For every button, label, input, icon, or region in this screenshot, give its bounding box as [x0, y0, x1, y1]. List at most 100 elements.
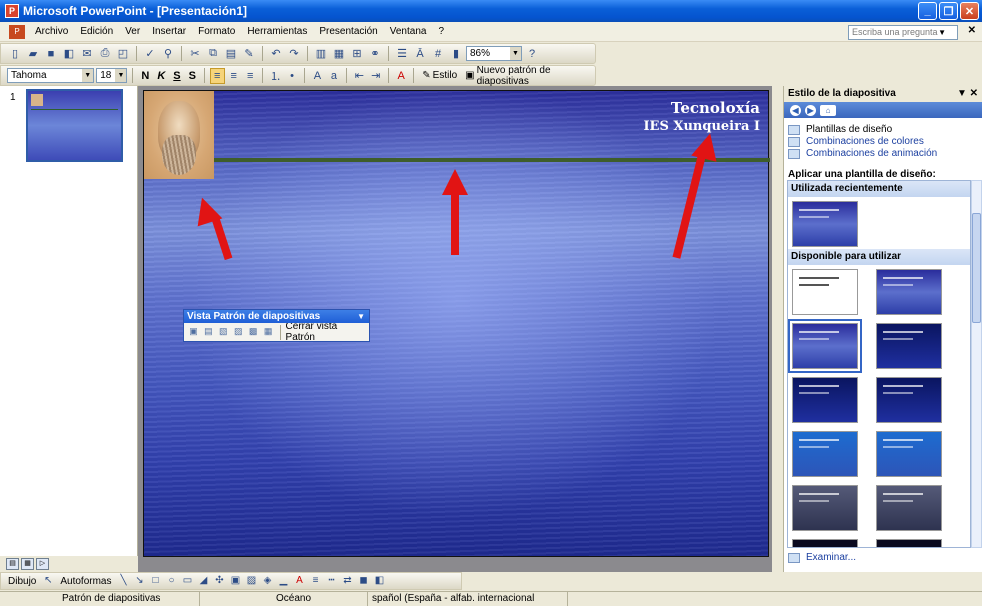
preserve-master-icon[interactable]: ▨ [232, 326, 245, 338]
diagram-icon[interactable]: ✣ [213, 574, 227, 588]
animation-schemes-link[interactable]: Combinaciones de animación [784, 148, 982, 160]
task-pane-close-icon[interactable]: ▼ ✕ [957, 86, 978, 102]
template-list[interactable]: Utilizada recientemente Disponible para … [787, 180, 971, 548]
menu-ventana[interactable]: Ventana [384, 26, 433, 37]
menu-ayuda[interactable]: ? [432, 26, 450, 37]
horizontal-line[interactable] [214, 158, 770, 162]
font-color-icon[interactable]: A [394, 68, 408, 84]
undo-icon[interactable]: ↶ [268, 46, 284, 62]
slide-master-toolbar[interactable]: Vista Patrón de diapositivas ▼ ▣ ▤ ▧ ▨ ▩… [183, 309, 370, 343]
spelling-icon[interactable]: ✓ [142, 46, 158, 62]
align-left-icon[interactable]: ≡ [209, 67, 225, 84]
picture-icon[interactable]: ▨ [245, 574, 259, 588]
clipart-icon[interactable]: ▣ [229, 574, 243, 588]
chevron-down-icon[interactable]: ▼ [510, 47, 521, 60]
color-grayscale-icon[interactable]: ▮ [448, 46, 464, 62]
save-icon[interactable]: ■ [43, 46, 59, 62]
insert-chart-icon[interactable]: ▥ [313, 46, 329, 62]
menu-ver[interactable]: Ver [119, 26, 146, 37]
chevron-down-icon[interactable]: ▼ [938, 28, 946, 37]
template-thumbnail[interactable] [792, 539, 858, 547]
chevron-down-icon[interactable]: ▼ [115, 69, 127, 82]
shadow-style-icon[interactable]: ◼ [357, 574, 371, 588]
slideshow-view-icon[interactable]: ▷ [36, 558, 49, 570]
template-list-scrollbar[interactable] [971, 180, 982, 548]
insert-table-icon[interactable]: ▦ [331, 46, 347, 62]
arrow-icon[interactable]: ↘ [133, 574, 147, 588]
template-thumbnail[interactable] [876, 269, 942, 315]
menu-archivo[interactable]: Archivo [29, 26, 74, 37]
menu-herramientas[interactable]: Herramientas [241, 26, 313, 37]
new-master-button[interactable]: ▣ Nuevo patrón de diapositivas [462, 65, 595, 87]
title-bar[interactable]: P Microsoft PowerPoint - [Presentación1]… [0, 0, 982, 22]
dash-style-icon[interactable]: ┅ [325, 574, 339, 588]
close-master-view-button[interactable]: Cerrar vista Patrón [286, 321, 369, 343]
font-select[interactable]: Tahoma ▼ [7, 68, 95, 83]
template-thumbnail[interactable] [792, 431, 858, 477]
rectangle-icon[interactable]: □ [149, 574, 163, 588]
fill-color-icon[interactable]: ◈ [261, 574, 275, 588]
cut-icon[interactable]: ✂ [187, 46, 203, 62]
decrease-indent-icon[interactable]: ⇤ [352, 68, 366, 84]
autoshapes-button[interactable]: Autoformas [57, 576, 114, 587]
close-button[interactable]: ✕ [960, 2, 979, 20]
permission-icon[interactable]: ◧ [61, 46, 77, 62]
close-document-icon[interactable]: ✕ [968, 25, 976, 36]
show-formatting-icon[interactable]: Ā [412, 46, 428, 62]
3d-style-icon[interactable]: ◧ [373, 574, 387, 588]
draw-menu-button[interactable]: Dibujo [5, 576, 39, 587]
chevron-down-icon[interactable]: ▼ [357, 310, 365, 323]
template-thumbnail[interactable] [792, 377, 858, 423]
delete-master-icon[interactable]: ▧ [217, 326, 230, 338]
line-style-icon[interactable]: ≡ [309, 574, 323, 588]
leonardo-portrait-image[interactable] [144, 91, 214, 179]
restore-button[interactable]: ❐ [939, 2, 958, 20]
font-color-icon[interactable]: A [293, 574, 307, 588]
line-color-icon[interactable]: ▁ [277, 574, 291, 588]
arrow-style-icon[interactable]: ⇄ [341, 574, 355, 588]
increase-font-icon[interactable]: A [310, 68, 324, 84]
color-schemes-link[interactable]: Combinaciones de colores [784, 136, 982, 148]
copy-icon[interactable]: ⧉ [205, 46, 221, 62]
menu-formato[interactable]: Formato [192, 26, 241, 37]
hyperlink-icon[interactable]: ⚭ [367, 46, 383, 62]
bullets-icon[interactable]: • [285, 68, 299, 84]
template-thumbnail[interactable] [792, 269, 858, 315]
oval-icon[interactable]: ○ [165, 574, 179, 588]
help-icon[interactable]: ? [524, 46, 540, 62]
bold-button[interactable]: N [138, 70, 152, 82]
menu-edicion[interactable]: Edición [74, 26, 119, 37]
expand-all-icon[interactable]: ☰ [394, 46, 410, 62]
select-objects-icon[interactable]: ↖ [41, 574, 55, 588]
scrollbar-thumb[interactable] [972, 213, 981, 323]
font-size-select[interactable]: 18 ▼ [96, 68, 128, 83]
insert-new-master-icon[interactable]: ▣ [187, 326, 200, 338]
back-icon[interactable]: ◀ [790, 104, 801, 116]
slide-sorter-view-icon[interactable]: ▦ [21, 558, 34, 570]
menu-insertar[interactable]: Insertar [146, 26, 192, 37]
format-painter-icon[interactable]: ✎ [241, 46, 257, 62]
chevron-down-icon[interactable]: ▼ [82, 69, 94, 82]
template-thumbnail[interactable] [876, 431, 942, 477]
template-thumbnail[interactable] [876, 485, 942, 531]
design-templates-link[interactable]: Plantillas de diseño [784, 124, 982, 136]
minimize-button[interactable]: _ [918, 2, 937, 20]
print-icon[interactable]: ⎙ [97, 46, 113, 62]
tables-borders-icon[interactable]: ⊞ [349, 46, 365, 62]
home-icon[interactable]: ⌂ [820, 104, 836, 116]
slide-master-toolbar-title[interactable]: Vista Patrón de diapositivas ▼ [184, 310, 369, 323]
wordart-icon[interactable]: ◢ [197, 574, 211, 588]
text-box-icon[interactable]: ▭ [181, 574, 195, 588]
template-thumbnail-recent[interactable] [792, 201, 858, 247]
document-icon[interactable]: P [9, 24, 25, 39]
increase-indent-icon[interactable]: ⇥ [369, 68, 383, 84]
master-layout-icon[interactable]: ▦ [262, 326, 275, 338]
research-icon[interactable]: ⚲ [160, 46, 176, 62]
decrease-font-icon[interactable]: a [327, 68, 341, 84]
design-button[interactable]: ✎ Estilo [419, 70, 460, 81]
template-thumbnail[interactable] [876, 377, 942, 423]
insert-title-master-icon[interactable]: ▤ [202, 326, 215, 338]
line-icon[interactable]: ╲ [117, 574, 131, 588]
print-preview-icon[interactable]: ◰ [115, 46, 131, 62]
rename-master-icon[interactable]: ▩ [247, 326, 260, 338]
